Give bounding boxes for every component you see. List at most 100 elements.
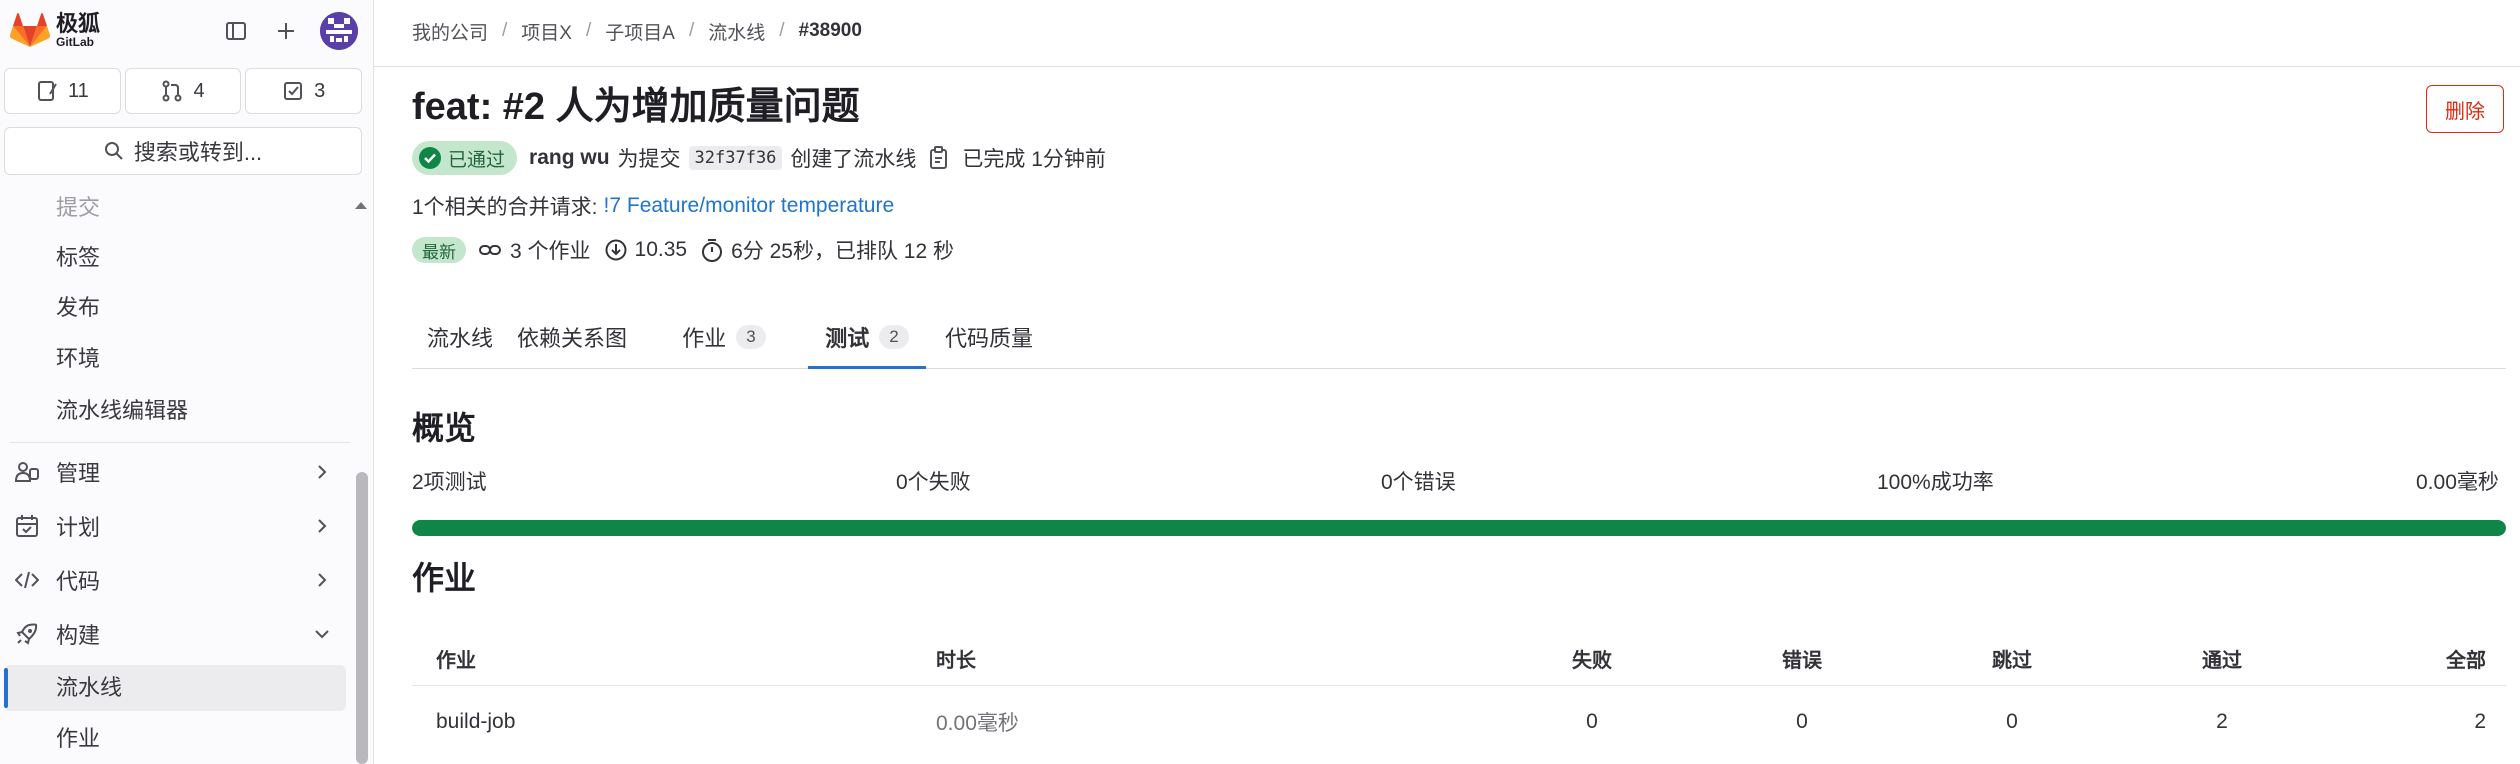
search-label: 搜索或转到... bbox=[133, 140, 263, 165]
breadcrumb-item[interactable]: 项目X bbox=[521, 18, 572, 45]
jobs-title: 作业 bbox=[412, 560, 477, 596]
duration-text: 6分 25秒，已排队 12 秒 bbox=[731, 240, 954, 263]
tab-label: 流水线 bbox=[426, 326, 493, 351]
users-icon bbox=[14, 459, 40, 485]
sidebar-item-pipelines[interactable]: 流水线 bbox=[56, 673, 122, 703]
tab-label: 代码质量 bbox=[944, 326, 1033, 351]
timer-icon bbox=[702, 239, 723, 262]
overview-title: 概览 bbox=[412, 410, 477, 446]
summary-success-rate: 100%成功率 bbox=[1877, 471, 1994, 494]
job-errors-cell: 0 bbox=[1796, 710, 1808, 733]
column-header-passed: 通过 bbox=[2202, 649, 2242, 672]
main-content: 我的公司 / 项目X / 子项目A / 流水线 / #38900 feat: #… bbox=[374, 0, 2520, 764]
breadcrumb: 我的公司 / 项目X / 子项目A / 流水线 / #38900 bbox=[412, 0, 862, 62]
related-mr-prefix: 1个相关的合并请求: bbox=[412, 196, 598, 219]
search-icon bbox=[104, 142, 123, 160]
tab-dependency-graph[interactable]: 依赖关系图 bbox=[508, 305, 636, 369]
column-header-total: 全部 bbox=[2446, 649, 2486, 672]
gitlab-logo-icon[interactable] bbox=[10, 12, 50, 48]
status-badge-label: 已通过 bbox=[448, 149, 506, 171]
sidebar-group-label: 代码 bbox=[56, 569, 101, 594]
user-avatar[interactable] bbox=[320, 12, 358, 50]
tab-jobs[interactable]: 作业 3 bbox=[642, 305, 806, 369]
jobs-count-text: 3 个作业 bbox=[510, 240, 591, 263]
sidebar-item-jobs[interactable]: 作业 bbox=[56, 724, 100, 754]
chevron-right-icon bbox=[312, 570, 332, 590]
breadcrumb-separator: / bbox=[502, 20, 508, 41]
merge-requests-counter-button[interactable]: 4 bbox=[124, 68, 242, 114]
scroll-up-arrow-icon[interactable] bbox=[354, 198, 368, 212]
header-divider bbox=[374, 66, 2520, 67]
success-progress-bar bbox=[412, 520, 2506, 536]
copy-clipboard-icon[interactable] bbox=[928, 146, 950, 170]
sidebar-header: 极狐 GitLab bbox=[0, 0, 373, 62]
job-name-cell[interactable]: build-job bbox=[436, 690, 515, 754]
chevron-right-icon bbox=[312, 516, 332, 536]
breadcrumb-item[interactable]: 我的公司 bbox=[412, 18, 488, 45]
tab-count-badge: 3 bbox=[736, 325, 766, 349]
for-commit-text: 为提交 bbox=[617, 148, 681, 171]
tab-tests[interactable]: 测试 2 bbox=[808, 305, 926, 369]
tab-pipeline[interactable]: 流水线 bbox=[412, 305, 508, 369]
latest-badge: 最新 bbox=[412, 237, 466, 263]
issues-count: 11 bbox=[67, 79, 89, 102]
sidebar-toggle-icon bbox=[226, 22, 246, 40]
sidebar-active-indicator bbox=[4, 668, 8, 708]
sidebar-group-plan[interactable]: 计划 bbox=[0, 501, 350, 551]
search-button[interactable]: 搜索或转到... bbox=[4, 127, 362, 175]
summary-tests: 2项测试 bbox=[412, 471, 487, 494]
calendar-icon bbox=[14, 513, 40, 539]
success-progress-fill bbox=[412, 520, 2506, 536]
pipeline-status-row: 已通过 rang wu 为提交 32f37f36 创建了流水线 已完成 1分钟前 bbox=[412, 140, 1106, 176]
sidebar-group-code[interactable]: 代码 bbox=[0, 555, 350, 605]
summary-errors: 0个错误 bbox=[1381, 471, 1456, 494]
sidebar-group-manage[interactable]: 管理 bbox=[0, 447, 350, 497]
tab-label: 依赖关系图 bbox=[516, 326, 627, 351]
summary-duration: 0.00毫秒 bbox=[2416, 471, 2499, 494]
status-badge[interactable]: 已通过 bbox=[412, 141, 518, 175]
sidebar-scrollbar-thumb[interactable] bbox=[356, 472, 368, 764]
tab-code-quality[interactable]: 代码质量 bbox=[926, 305, 1052, 369]
job-total-cell: 2 bbox=[2474, 710, 2486, 733]
toggle-sidebar-button[interactable] bbox=[218, 13, 254, 49]
page-title: feat: #2 人为增加质量问题 bbox=[412, 86, 860, 128]
tab-label: 作业 bbox=[682, 326, 727, 351]
sidebar-item-commits[interactable]: 提交 bbox=[56, 193, 100, 223]
commit-sha-link[interactable]: 32f37f36 bbox=[688, 146, 783, 170]
sidebar-item-pipeline-editor[interactable]: 流水线编辑器 bbox=[56, 396, 188, 426]
version-text: 10.35 bbox=[634, 238, 688, 261]
brand-name-en: GitLab bbox=[56, 35, 94, 49]
author-link[interactable]: rang wu bbox=[529, 146, 610, 170]
delete-button[interactable]: 删除 bbox=[2426, 85, 2504, 133]
breadcrumb-separator: / bbox=[779, 20, 785, 41]
job-passed-cell: 2 bbox=[2216, 710, 2228, 733]
created-text: 创建了流水线 bbox=[790, 148, 917, 171]
breadcrumb-item[interactable]: 流水线 bbox=[708, 18, 765, 45]
code-icon bbox=[14, 567, 40, 593]
jobs-table-header: 作业 时长 失败 错误 跳过 通过 全部 bbox=[412, 630, 2506, 686]
avatar-pattern-icon bbox=[320, 12, 358, 50]
table-row[interactable]: build-job 0.00毫秒 0 0 0 2 2 bbox=[412, 690, 2506, 754]
job-failed-cell: 0 bbox=[1586, 710, 1598, 733]
brand-name-cn: 极狐 bbox=[56, 11, 101, 36]
pipeline-info-row: 最新 3 个作业 10.35 6分 25秒，已排队 12 秒 bbox=[412, 232, 954, 268]
todos-counter-button[interactable]: 3 bbox=[245, 68, 363, 114]
sidebar: 极狐 GitLab 11 4 3 搜索或转到... 提交 标签 发布 环境 流水… bbox=[0, 0, 374, 764]
breadcrumb-item[interactable]: 子项目A bbox=[605, 18, 675, 45]
related-mr-row: 1个相关的合并请求: !7 Feature/monitor temperatur… bbox=[412, 188, 894, 224]
job-duration-cell: 0.00毫秒 bbox=[936, 712, 1019, 735]
issues-counter-button[interactable]: 11 bbox=[4, 68, 121, 114]
active-tab-indicator bbox=[808, 366, 926, 369]
breadcrumb-separator: / bbox=[585, 20, 592, 41]
breadcrumb-current[interactable]: #38900 bbox=[799, 20, 862, 42]
sidebar-group-build[interactable]: 构建 bbox=[0, 609, 350, 659]
sidebar-item-releases[interactable]: 发布 bbox=[56, 293, 100, 323]
merge-request-icon bbox=[162, 80, 182, 102]
sidebar-divider bbox=[10, 442, 350, 443]
todo-icon bbox=[284, 82, 303, 100]
related-mr-link[interactable]: !7 Feature/monitor temperature bbox=[604, 194, 895, 218]
sidebar-item-tags[interactable]: 标签 bbox=[56, 243, 100, 273]
sidebar-item-environments[interactable]: 环境 bbox=[56, 344, 100, 374]
create-new-button[interactable] bbox=[268, 13, 304, 49]
column-header-duration: 时长 bbox=[936, 649, 976, 672]
